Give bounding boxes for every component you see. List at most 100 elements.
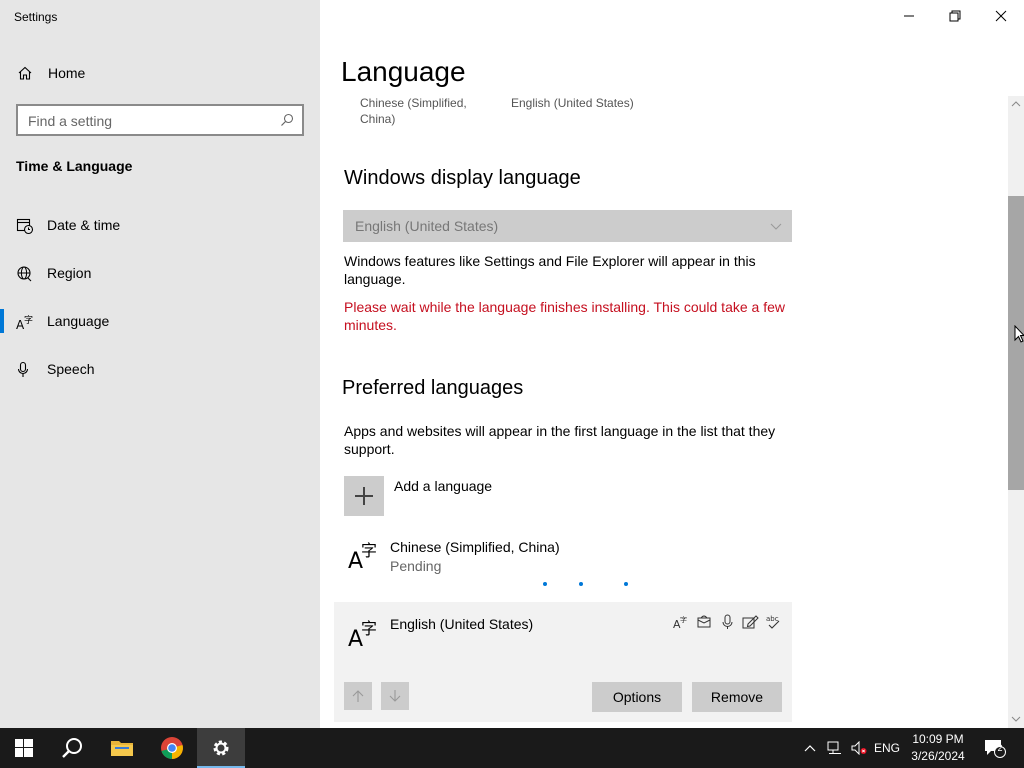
- language-tile-line1: English (United States): [511, 96, 634, 110]
- clock-date: 3/26/2024: [911, 749, 965, 763]
- sidebar-item-region[interactable]: Region: [0, 255, 320, 291]
- add-language-label[interactable]: Add a language: [394, 478, 492, 494]
- clock[interactable]: 10:09 PM 3/26/2024: [906, 731, 970, 765]
- gear-icon: [213, 740, 229, 756]
- close-button[interactable]: [978, 0, 1024, 32]
- folder-icon: [111, 741, 133, 756]
- restore-icon: [949, 10, 961, 22]
- file-explorer-button[interactable]: [98, 728, 146, 768]
- scrollbar-thumb[interactable]: [1008, 196, 1024, 490]
- display-language-description: Windows features like Settings and File …: [344, 253, 756, 287]
- display-language-dropdown[interactable]: English (United States): [343, 210, 792, 242]
- settings-taskbar-button[interactable]: [197, 728, 245, 768]
- active-indicator: [0, 309, 4, 333]
- language-glyph-icon: A 字: [348, 619, 377, 648]
- network-icon: [827, 741, 841, 754]
- language-glyph-icon: A 字: [348, 541, 377, 570]
- svg-text:abc: abc: [766, 615, 779, 623]
- language-tile-line2: China): [360, 112, 396, 126]
- svg-text:字: 字: [361, 541, 377, 560]
- language-item-english[interactable]: A 字 English (United States) A字 abc Optio…: [334, 602, 792, 722]
- svg-text:字: 字: [680, 615, 687, 624]
- sidebar-item-label: Speech: [47, 361, 95, 377]
- progress-dot: [543, 582, 547, 586]
- sidebar-item-home-label: Home: [48, 65, 86, 81]
- plus-icon-bar: [355, 495, 373, 497]
- sidebar-item-home[interactable]: Home: [0, 58, 320, 88]
- spellcheck-feature-icon: abc: [765, 614, 782, 630]
- network-tray-button[interactable]: [824, 728, 846, 768]
- options-button[interactable]: Options: [592, 682, 682, 712]
- close-icon: [995, 10, 1007, 22]
- svg-text:字: 字: [361, 619, 377, 638]
- microphone-icon: [17, 361, 29, 377]
- chrome-icon: [161, 737, 183, 759]
- progress-dot: [579, 582, 583, 586]
- action-center-button[interactable]: 2: [980, 728, 1010, 768]
- calendar-clock-icon: [16, 218, 34, 235]
- section-title: Time & Language: [16, 158, 133, 174]
- volume-tray-button[interactable]: [848, 728, 870, 768]
- speech-feature-icon: [719, 614, 736, 630]
- volume-muted-icon: [851, 741, 867, 755]
- taskbar-search-button[interactable]: [48, 728, 96, 768]
- language-feature-icons: A字 abc: [673, 614, 782, 631]
- sidebar-item-date-time[interactable]: Date & time: [0, 207, 320, 243]
- minimize-button[interactable]: [886, 0, 932, 32]
- sidebar-item-label: Language: [47, 313, 110, 329]
- arrow-up-icon: [352, 690, 364, 702]
- progress-dot: [624, 582, 628, 586]
- globe-icon: [17, 266, 32, 282]
- chevron-up-icon: [804, 745, 816, 752]
- language-icon: A 字: [16, 314, 33, 331]
- remove-button[interactable]: Remove: [692, 682, 782, 712]
- handwriting-feature-icon: [742, 614, 759, 630]
- install-warning-text: Please wait while the language finishes …: [344, 299, 785, 333]
- chrome-button[interactable]: [148, 728, 196, 768]
- language-name: Chinese (Simplified, China): [390, 539, 560, 555]
- svg-text:字: 字: [24, 314, 33, 326]
- vertical-scrollbar[interactable]: [1008, 96, 1024, 728]
- search-input[interactable]: [28, 111, 268, 131]
- preferred-languages-description: Apps and websites will appear in the fir…: [344, 423, 776, 457]
- move-down-button[interactable]: [381, 682, 409, 710]
- language-status: Pending: [390, 558, 442, 574]
- display-language-heading: Windows display language: [344, 167, 581, 189]
- search-icon[interactable]: [280, 113, 294, 127]
- move-up-button[interactable]: [344, 682, 372, 710]
- chevron-down-icon: [770, 223, 782, 230]
- show-hidden-icons-button[interactable]: [800, 728, 820, 768]
- taskbar: ENG 10:09 PM 3/26/2024 2: [0, 728, 1024, 768]
- minimize-icon: [904, 15, 914, 17]
- mouse-cursor-icon: [1014, 325, 1024, 343]
- sidebar-item-language[interactable]: A 字 Language: [0, 303, 320, 339]
- clock-time: 10:09 PM: [912, 732, 964, 746]
- dropdown-selected-value: English (United States): [355, 218, 499, 234]
- language-tile-chinese[interactable]: Chinese (Simplified, China): [360, 95, 467, 127]
- arrow-down-icon: [389, 690, 401, 702]
- scroll-up-arrow-icon[interactable]: [1011, 99, 1021, 109]
- sidebar-item-label: Date & time: [47, 217, 121, 233]
- preferred-languages-heading: Preferred languages: [342, 377, 524, 399]
- search-box[interactable]: [16, 104, 304, 136]
- start-button[interactable]: [0, 728, 48, 768]
- notification-count: 2: [997, 743, 1003, 753]
- windows-logo-icon: [15, 739, 33, 757]
- display-language-feature-icon: A字: [673, 614, 690, 631]
- search-icon: [62, 738, 82, 758]
- language-tile-line1: Chinese (Simplified,: [360, 96, 467, 110]
- language-tile-english[interactable]: English (United States): [511, 95, 634, 111]
- page-title: Language: [341, 56, 466, 87]
- sidebar-item-label: Region: [47, 265, 92, 281]
- input-language-indicator[interactable]: ENG: [872, 728, 902, 768]
- language-name: English (United States): [390, 616, 534, 632]
- add-language-button[interactable]: [344, 476, 384, 516]
- sidebar: Settings Home Time & Language Date & tim…: [0, 0, 320, 728]
- app-title: Settings: [14, 10, 58, 24]
- restore-button[interactable]: [932, 0, 978, 32]
- home-icon: [18, 66, 32, 80]
- text-to-speech-feature-icon: [696, 614, 713, 630]
- sidebar-item-speech[interactable]: Speech: [0, 351, 320, 387]
- scroll-down-arrow-icon[interactable]: [1011, 714, 1021, 724]
- language-item-chinese[interactable]: A 字 Chinese (Simplified, China) Pending: [334, 532, 792, 592]
